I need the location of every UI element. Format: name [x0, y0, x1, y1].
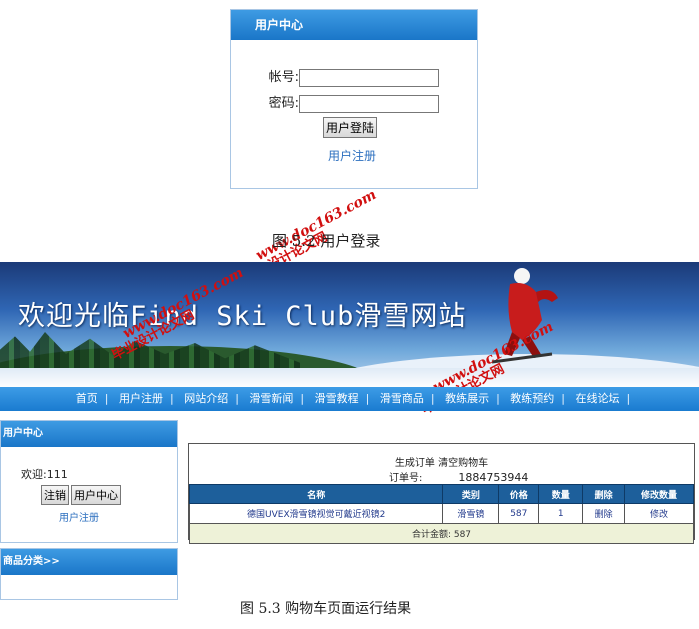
password-label: 密码: — [268, 96, 299, 111]
nav-booking[interactable]: 教练预约 — [503, 392, 561, 405]
col-price: 价格 — [498, 484, 540, 504]
nav-separator: | — [561, 392, 566, 405]
user-center-panel: 用户中心 欢迎:111 注销 用户中心 用户注册 — [0, 420, 178, 543]
total-row: 合计金额: 587 — [189, 523, 694, 544]
nav-news[interactable]: 滑雪新闻 — [242, 392, 300, 405]
nav-separator: | — [496, 392, 500, 405]
nav-separator: | — [365, 392, 370, 405]
nav-separator: | — [104, 392, 109, 405]
password-row: 密码: — [267, 92, 439, 113]
nav-home[interactable]: 首页 — [69, 392, 105, 405]
col-category: 类别 — [442, 484, 500, 504]
figure-5-3-caption: 图 5.3 购物车页面运行结果 — [240, 601, 412, 617]
login-panel-header: 用户中心 — [231, 10, 477, 40]
order-label: 订单号: — [389, 473, 423, 484]
nav-tutorials[interactable]: 滑雪教程 — [308, 392, 366, 405]
col-name: 名称 — [188, 484, 444, 504]
category-panel: 商品分类>> — [0, 548, 178, 600]
site-banner: 欢迎光临Find Ski Club滑雪网站 — [0, 262, 699, 387]
cart-panel: 生成订单 清空购物车 订单号: 1884753944 名称 类别 价格 数量 删除… — [188, 443, 695, 544]
user-center-button[interactable]: 用户中心 — [71, 485, 121, 505]
item-category: 滑雪镜 — [442, 503, 500, 524]
item-price: 587 — [498, 503, 540, 524]
nav-separator: | — [235, 392, 239, 405]
login-button[interactable]: 用户登陆 — [323, 117, 378, 138]
nav-separator: | — [169, 392, 174, 405]
col-delete: 删除 — [582, 484, 626, 504]
nav-separator: | — [626, 392, 631, 405]
side-register-link[interactable]: 用户注册 — [59, 509, 99, 524]
figure-5-2-caption: 图 5.2 用户登录 — [272, 232, 381, 250]
login-panel: 用户中心 帐号: 密码: 用户登陆 用户注册 — [230, 9, 478, 189]
nav-products[interactable]: 滑雪商品 — [373, 392, 431, 405]
user-center-header: 用户中心 — [1, 421, 177, 447]
item-qty: 1 — [538, 503, 584, 524]
nav-about[interactable]: 网站介绍 — [177, 392, 235, 405]
category-header: 商品分类>> — [1, 549, 177, 575]
password-input[interactable] — [299, 94, 439, 113]
logout-button[interactable]: 注销 — [41, 485, 69, 505]
nav-separator: | — [300, 392, 305, 405]
welcome-text: 欢迎:111 — [21, 468, 68, 481]
banner-snow — [0, 368, 699, 387]
cart-table: 名称 类别 价格 数量 删除 修改数量 德国UVEX滑雪镜视觉可戴近视镜2 滑雪… — [188, 484, 694, 544]
nav-coaches[interactable]: 教练展示 — [438, 392, 496, 405]
total-amount: 合计金额: 587 — [189, 523, 694, 544]
item-name[interactable]: 德国UVEX滑雪镜视觉可戴近视镜2 — [188, 503, 444, 524]
main-nav: 首页 | 用户注册 | 网站介绍 | 滑雪新闻 | 滑雪教程 | 滑雪商品 | 教练展示 | … — [0, 387, 699, 411]
table-row: 德国UVEX滑雪镜视觉可戴近视镜2 滑雪镜 587 1 删除 修改 — [188, 503, 694, 524]
col-edit-qty: 修改数量 — [624, 484, 694, 504]
nav-forum[interactable]: 在线论坛 — [569, 392, 627, 405]
account-row: 帐号: — [267, 66, 439, 87]
register-link[interactable]: 用户注册 — [328, 147, 376, 164]
nav-separator: | — [430, 392, 435, 405]
col-qty: 数量 — [538, 484, 584, 504]
nav-register[interactable]: 用户注册 — [112, 392, 170, 405]
banner-title: 欢迎光临Find Ski Club滑雪网站 — [18, 301, 467, 332]
edit-qty-link[interactable]: 修改 — [624, 503, 694, 524]
cart-actions[interactable]: 生成订单 清空购物车 — [189, 454, 694, 469]
order-number-row: 订单号: 1884753944 — [389, 469, 528, 484]
account-input[interactable] — [299, 68, 439, 87]
account-label: 帐号: — [268, 70, 299, 85]
cart-table-header: 名称 类别 价格 数量 删除 修改数量 — [188, 484, 694, 504]
order-number: 1884753944 — [458, 471, 529, 484]
delete-link[interactable]: 删除 — [582, 503, 626, 524]
